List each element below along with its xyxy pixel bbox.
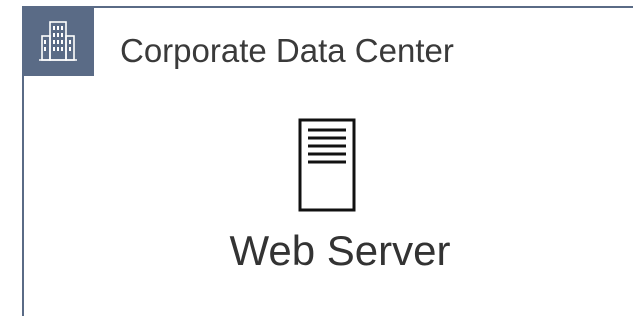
building-icon — [39, 21, 77, 61]
group-title: Corporate Data Center — [120, 32, 454, 69]
server-icon — [298, 118, 356, 212]
diagram-canvas: Corporate Data Center Web Server — [0, 0, 633, 316]
group-badge — [22, 6, 94, 76]
web-server-label: Web Server — [229, 227, 451, 274]
